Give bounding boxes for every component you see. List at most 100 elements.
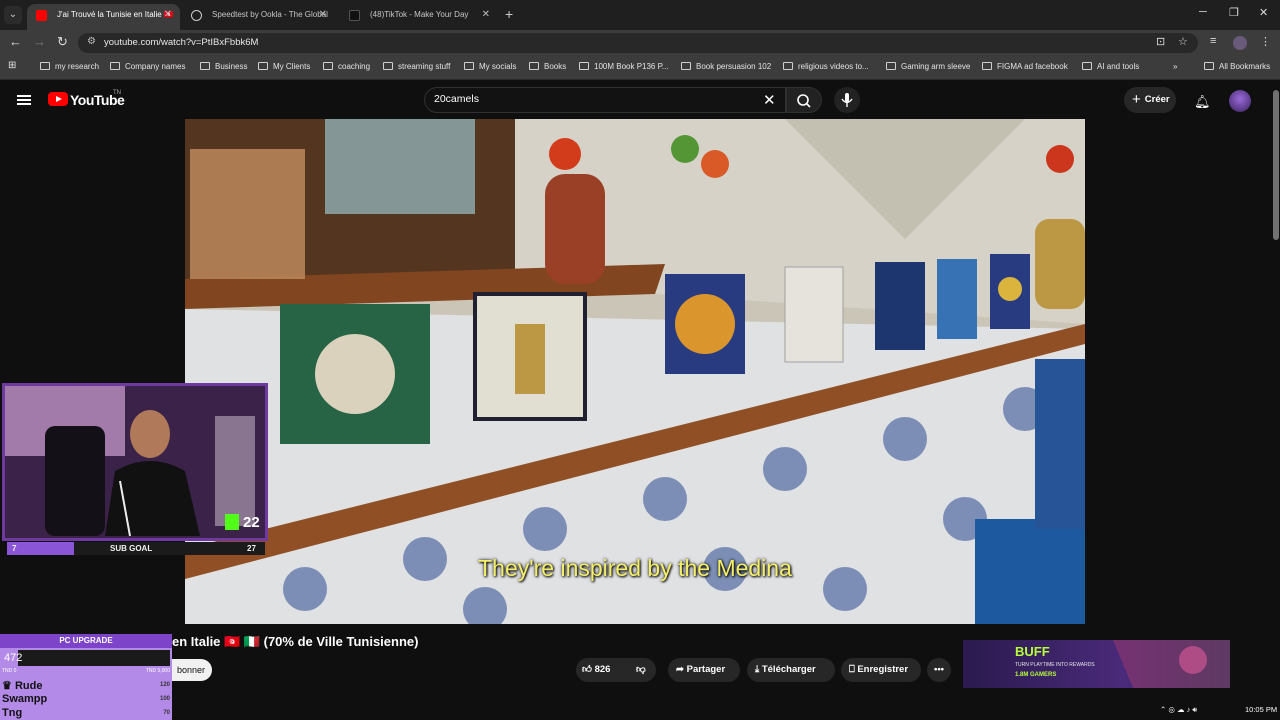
- donor-row: Swampp 100: [2, 693, 170, 705]
- download-label: Télécharger: [761, 664, 816, 675]
- bookmark-gaming-arm-sleeve[interactable]: Gaming arm sleeve: [886, 62, 970, 71]
- url-text: youtube.com/watch?v=PtIBxFbbk6M: [104, 37, 259, 48]
- bookmark-my-clients[interactable]: My Clients: [258, 62, 310, 71]
- address-bar[interactable]: ⚙ youtube.com/watch?v=PtIBxFbbk6M: [78, 33, 1198, 53]
- page-scrollbar[interactable]: [1272, 82, 1280, 702]
- folder-icon: [383, 62, 393, 70]
- sub-goal-current: 7: [12, 544, 17, 553]
- more-actions-button[interactable]: •••: [927, 658, 951, 682]
- folder-icon: [110, 62, 120, 70]
- video-player[interactable]: They're inspired by the Medina: [185, 119, 1085, 624]
- bookmarks-bar: ⊞ my research Company names Business My …: [0, 56, 1280, 80]
- scrollbar-thumb[interactable]: [1273, 90, 1279, 240]
- folder-icon: [529, 62, 539, 70]
- create-button[interactable]: + Créer: [1124, 87, 1176, 113]
- site-info-icon[interactable]: ⚙: [87, 36, 96, 47]
- folder-icon: [886, 62, 896, 70]
- close-tab-icon[interactable]: ✕: [482, 4, 490, 26]
- video-title: en Italie 🇹🇳 🇮🇹 (70% de Ville Tunisienne…: [172, 634, 419, 649]
- thumbs-down-icon: 👎︎: [636, 664, 646, 675]
- media-controls-icon[interactable]: ≡: [1210, 35, 1216, 47]
- save-label: Enregistrer: [857, 664, 909, 675]
- tab-search-button[interactable]: ⌄: [4, 6, 22, 24]
- apps-grid-icon[interactable]: ⊞: [8, 60, 16, 71]
- folder-icon: [783, 62, 793, 70]
- sub-goal-target: 27: [247, 544, 256, 553]
- tiktok-favicon-icon: [349, 10, 360, 21]
- bookmark-figma-ad[interactable]: FIGMA ad facebook: [982, 62, 1068, 71]
- folder-icon: [681, 62, 691, 70]
- bookmark-my-research[interactable]: my research: [40, 62, 99, 71]
- tab-title: (48)TikTok - Make Your Day: [370, 10, 469, 19]
- donor-amount: 100: [159, 696, 170, 702]
- new-tab-icon[interactable]: +: [505, 6, 513, 22]
- like-count: 826: [594, 664, 611, 675]
- back-icon[interactable]: ←: [9, 34, 22, 49]
- hamburger-menu-icon[interactable]: [17, 95, 31, 105]
- install-app-icon[interactable]: ⊡: [1156, 35, 1165, 48]
- tab-tiktok[interactable]: (48)TikTok - Make Your Day ✕: [340, 4, 498, 30]
- menu-kebab-icon[interactable]: ⋮: [1260, 35, 1271, 48]
- bookmark-company-names[interactable]: Company names: [110, 62, 185, 71]
- subscribe-button[interactable]: bonner: [170, 659, 212, 681]
- tray-icons[interactable]: ⌃ ◎ ☁ ♪ 🔊︎: [1160, 705, 1197, 714]
- folder-icon: [1082, 62, 1092, 70]
- reload-icon[interactable]: ↻: [57, 34, 68, 50]
- voice-search-button[interactable]: [834, 87, 860, 113]
- sub-goal-label: SUB GOAL: [110, 544, 153, 553]
- bookmark-coaching[interactable]: coaching: [323, 62, 370, 71]
- minimize-icon[interactable]: ─: [1199, 6, 1207, 18]
- bookmark-streaming-stuff[interactable]: streaming stuff: [383, 62, 450, 71]
- dislike-button[interactable]: 👎︎: [636, 658, 646, 682]
- close-tab-icon[interactable]: ✕: [319, 4, 327, 26]
- video-frame: [185, 119, 1085, 624]
- share-button[interactable]: ➦ Partager: [668, 658, 740, 682]
- bookmark-100m-book[interactable]: 100M Book P136 P...: [579, 62, 669, 71]
- search-box[interactable]: ✕: [424, 87, 786, 113]
- all-bookmarks[interactable]: All Bookmarks: [1204, 62, 1270, 71]
- notifications-bell-icon[interactable]: 🔔︎: [1194, 94, 1211, 110]
- bookmark-book-persuasion[interactable]: Book persuasion 102: [681, 62, 771, 71]
- close-tab-icon[interactable]: ✕: [164, 4, 172, 26]
- profile-avatar-icon[interactable]: [1233, 36, 1247, 50]
- crown-icon: ♛: [2, 680, 12, 692]
- kick-logo-icon: [225, 514, 239, 530]
- folder-icon: [40, 62, 50, 70]
- account-avatar[interactable]: [1229, 90, 1251, 112]
- more-bookmarks-icon[interactable]: »: [1173, 62, 1177, 71]
- tab-speedtest[interactable]: Speedtest by Ookla - The Global ✕: [182, 4, 335, 30]
- bookmark-star-icon[interactable]: ☆: [1178, 35, 1188, 48]
- sidebar-ad[interactable]: BUFF TURN PLAYTIME INTO REWARDS 1.8M GAM…: [963, 640, 1230, 688]
- bookmark-ai-tools[interactable]: AI and tools: [1082, 62, 1139, 71]
- donor-amount: 70: [163, 710, 170, 716]
- donor-row: ♛ Rude 120: [2, 679, 170, 692]
- close-window-icon[interactable]: ✕: [1259, 6, 1268, 19]
- streamer-webcam: 22: [2, 383, 268, 541]
- bookmark-business[interactable]: Business: [200, 62, 247, 71]
- folder-icon: [258, 62, 268, 70]
- youtube-logo-icon[interactable]: [48, 92, 68, 106]
- bookmark-books[interactable]: Books: [529, 62, 566, 71]
- search-input[interactable]: [434, 93, 734, 105]
- bookmark-religious-videos[interactable]: religious videos to...: [783, 62, 869, 71]
- folder-icon: [464, 62, 474, 70]
- share-label: Partager: [686, 664, 726, 675]
- save-button[interactable]: ⎕ Enregistrer: [841, 658, 921, 682]
- bookmark-icon: ⎕: [849, 664, 855, 675]
- bookmark-my-socials[interactable]: My socials: [464, 62, 516, 71]
- microphone-icon: [841, 93, 853, 107]
- search-button[interactable]: [786, 87, 822, 113]
- like-dislike-group: 👍︎ 826 👎︎: [576, 658, 656, 682]
- clear-search-icon[interactable]: ✕: [763, 91, 776, 109]
- browser-tab-strip: ⌄ J'ai Trouvé la Tunisie en Italie 🇹🇳 ✕ …: [0, 0, 1280, 30]
- donor-row: Tng 70: [2, 707, 170, 719]
- like-button[interactable]: 👍︎ 826: [582, 664, 610, 675]
- pc-upgrade-max: TND 5,000: [145, 668, 170, 674]
- download-button[interactable]: ⤓ Télécharger: [747, 658, 835, 682]
- youtube-favicon-icon: [36, 10, 47, 21]
- more-horizontal-icon: •••: [934, 664, 944, 675]
- maximize-icon[interactable]: ❐: [1229, 6, 1239, 19]
- tab-youtube[interactable]: J'ai Trouvé la Tunisie en Italie 🇹🇳 ✕: [27, 4, 180, 30]
- forward-icon[interactable]: →: [33, 34, 46, 49]
- donor-amount: 120: [159, 682, 170, 688]
